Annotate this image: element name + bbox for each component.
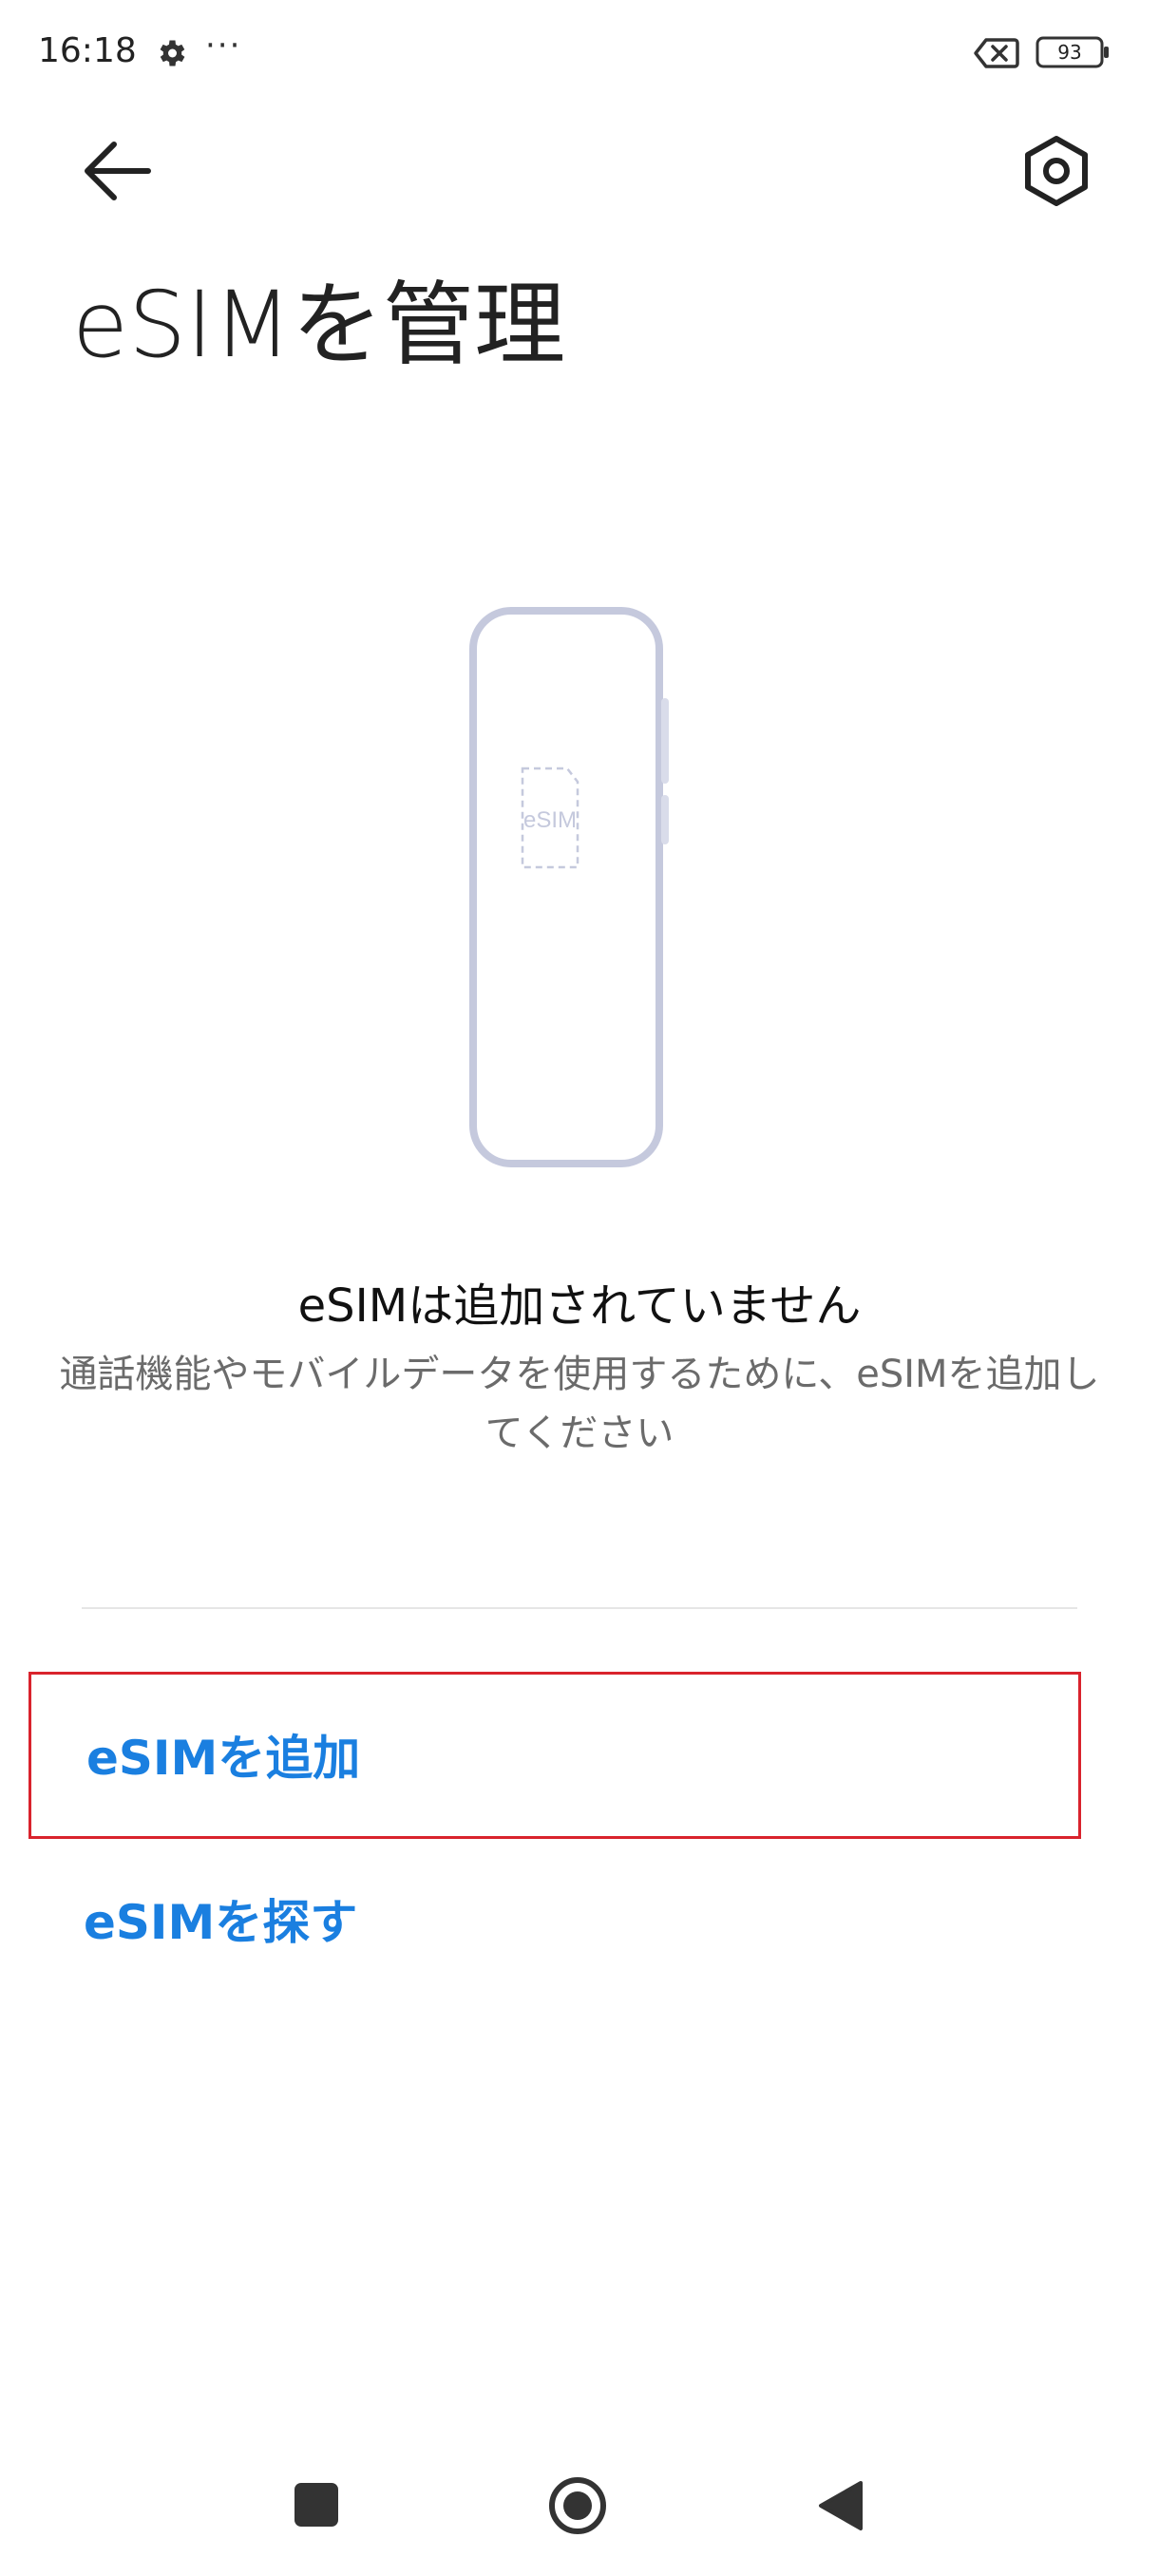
phone-side-button — [661, 795, 669, 844]
battery-level: 93 — [1057, 41, 1082, 64]
find-esim-label: eSIMを探す — [84, 1895, 358, 1950]
phone-side-button — [661, 698, 669, 784]
empty-state-title: eSIMは追加されていません — [297, 1279, 862, 1333]
status-bar: 16:18 ··· 93 — [0, 0, 1159, 104]
phone-outline — [469, 607, 663, 1167]
recents-square-icon[interactable] — [294, 2483, 338, 2527]
page-title: eSIMを管理 — [72, 272, 566, 378]
gear-icon — [160, 40, 185, 66]
phone-illustration: eSIM — [469, 607, 669, 1167]
no-sim-icon — [974, 38, 1019, 68]
status-time: 16:18 — [38, 31, 137, 70]
esim-card-label: eSIM — [523, 807, 577, 833]
empty-state-description: 通話機能やモバイルデータを使用するために、eSIMを追加してください — [59, 1353, 1100, 1455]
add-esim-label: eSIMを追加 — [86, 1731, 361, 1786]
home-circle-icon[interactable] — [547, 2475, 608, 2536]
status-more-indicator: ··· — [205, 27, 242, 65]
back-button[interactable] — [66, 123, 162, 218]
back-triangle-icon[interactable] — [815, 2479, 864, 2532]
divider — [82, 1607, 1077, 1609]
add-esim-button[interactable]: eSIMを追加 — [28, 1672, 1081, 1839]
find-esim-button[interactable]: eSIMを探す — [28, 1850, 1081, 2017]
settings-button[interactable] — [1011, 125, 1102, 217]
